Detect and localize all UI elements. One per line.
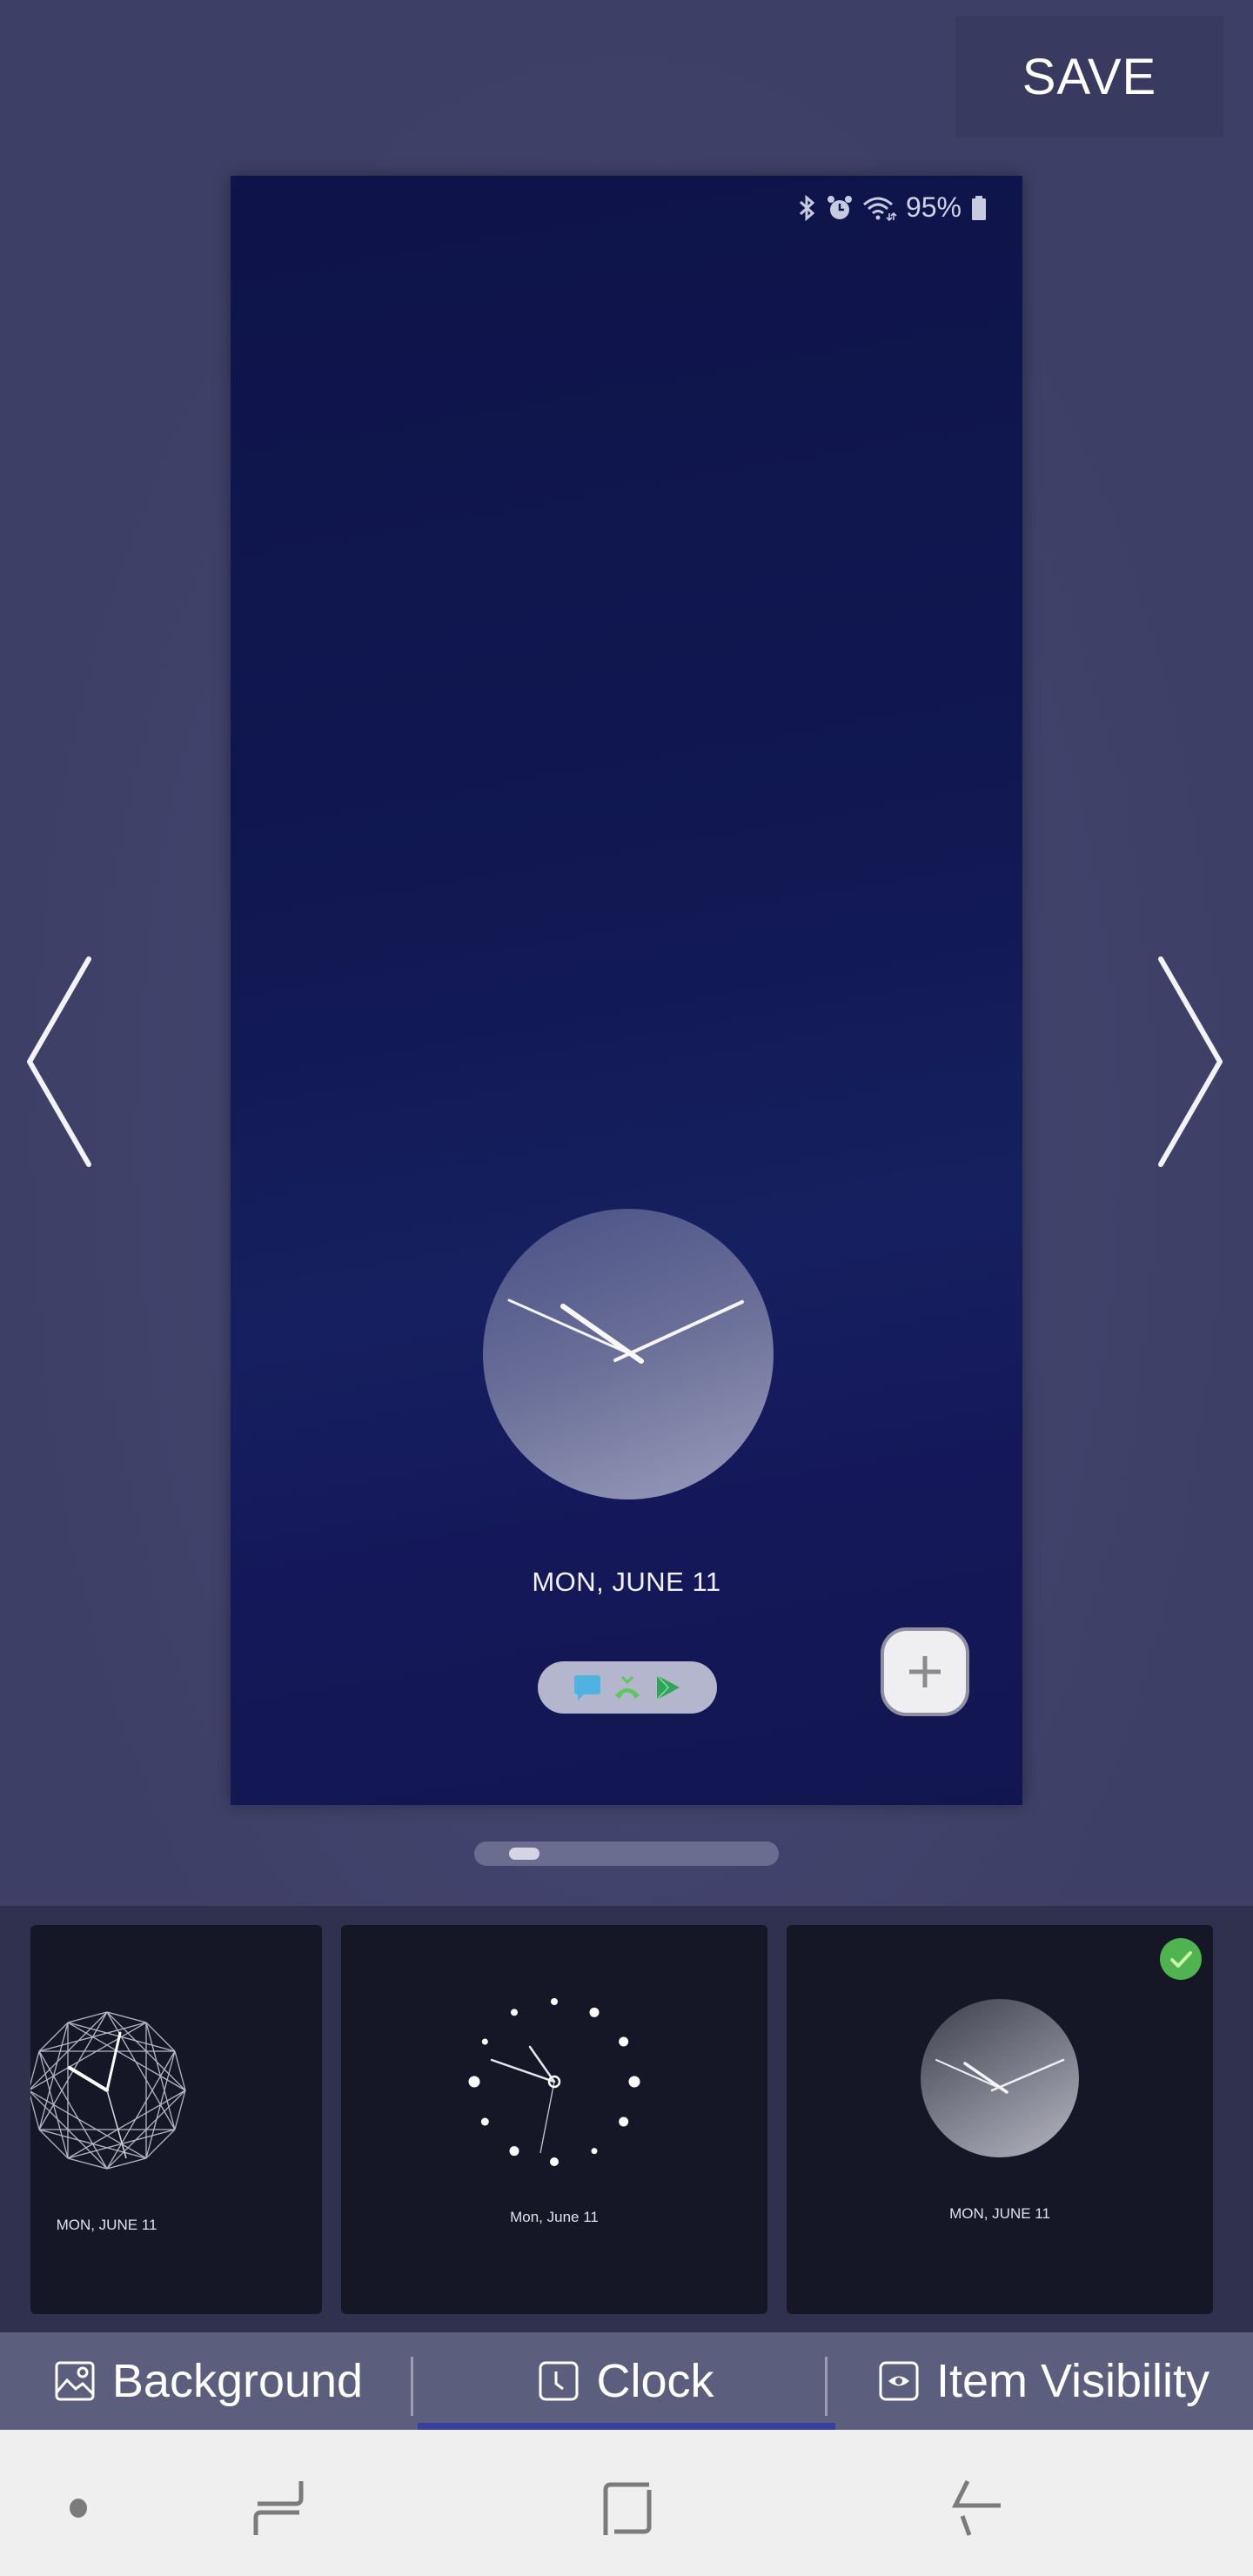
save-button[interactable]: SAVE <box>955 16 1223 138</box>
geometric-clock-edge <box>106 2011 176 2130</box>
hour-marker <box>619 2116 629 2127</box>
clock-hands-icon <box>507 1298 744 1364</box>
hour-marker <box>480 2117 489 2126</box>
checkmark-icon <box>1170 1951 1192 1968</box>
chevron-left-icon <box>27 956 91 1167</box>
lockscreen-preview: 95% MON, JUNE 11 <box>231 176 1022 1805</box>
gradient-clock-icon <box>921 1999 1079 2157</box>
clock-style-gradient-circle[interactable]: MON, JUNE 11 <box>787 1925 1213 2314</box>
add-shortcut-button[interactable] <box>881 1627 969 1716</box>
wifi-icon <box>862 197 897 221</box>
battery-icon <box>972 195 986 220</box>
hour-marker <box>589 2007 600 2017</box>
hour-marker <box>628 2076 640 2088</box>
play-store-icon <box>656 1674 680 1701</box>
geometric-clock-edge <box>30 2090 147 2159</box>
clock-style-date: Mon, June 11 <box>510 2209 599 2225</box>
page-indicator[interactable] <box>474 1841 779 1866</box>
geometric-clock-edge <box>106 2050 176 2170</box>
clock-style-list[interactable]: MON, JUNE 11 Mon, June 11 MON, JUNE 11 <box>0 1906 1253 2332</box>
home-button[interactable] <box>583 2465 670 2552</box>
battery-percent: 95% <box>905 191 962 223</box>
recents-icon <box>253 2481 304 2535</box>
selected-check-badge <box>1160 1938 1202 1980</box>
hour-marker <box>619 2036 629 2047</box>
lockscreen-date: MON, JUNE 11 <box>532 1566 721 1597</box>
home-icon <box>603 2482 652 2535</box>
next-button[interactable] <box>1149 949 1236 1175</box>
status-bar: 95% <box>798 191 988 224</box>
tab-clock[interactable]: Clock <box>418 2332 835 2430</box>
system-nav-bar <box>0 2430 1253 2576</box>
tab-label: Background <box>111 2355 364 2407</box>
messages-icon <box>574 1675 600 1701</box>
hour-marker <box>468 2076 480 2088</box>
nav-dot-button[interactable] <box>35 2465 122 2552</box>
plus-icon <box>909 1656 941 1687</box>
notification-icons <box>538 1661 717 1714</box>
previous-button[interactable] <box>17 949 104 1175</box>
dot-icon <box>70 2499 87 2518</box>
analog-clock <box>483 1209 774 1499</box>
chevron-right-icon <box>1158 956 1223 1167</box>
alarm-icon <box>827 195 852 219</box>
hour-marker <box>511 2009 518 2016</box>
editor-tabs: Background Clock Item Visibility <box>0 2332 1253 2430</box>
hour-marker <box>551 1998 558 2005</box>
tab-background[interactable]: Background <box>0 2332 418 2430</box>
dotted-clock-icon <box>468 1998 640 2166</box>
hour-marker <box>481 2038 488 2045</box>
recents-button[interactable] <box>235 2465 322 2552</box>
clock-icon <box>539 2361 579 2401</box>
geometric-clock-edge <box>67 2090 186 2159</box>
clock-style-date: MON, JUNE 11 <box>949 2205 1050 2222</box>
tab-label: Clock <box>596 2355 714 2407</box>
tab-divider <box>411 2357 413 2416</box>
hour-marker <box>550 2157 559 2166</box>
back-button[interactable] <box>933 2465 1020 2552</box>
page-indicator-thumb[interactable] <box>509 1848 539 1860</box>
missed-call-icon <box>615 1675 640 1699</box>
hour-marker <box>509 2146 519 2157</box>
geometric-clock-icon <box>30 2011 186 2170</box>
hour-marker <box>591 2148 598 2155</box>
clock-style-date: MON, JUNE 11 <box>56 2217 157 2233</box>
tab-label: Item Visibility <box>935 2355 1210 2407</box>
geometric-clock-edge <box>67 2022 186 2091</box>
tab-item-visibility[interactable]: Item Visibility <box>835 2332 1253 2430</box>
clock-style-geometric[interactable]: MON, JUNE 11 <box>30 1925 322 2314</box>
bluetooth-icon <box>799 194 815 221</box>
eye-icon <box>879 2361 919 2401</box>
clock-style-dotted[interactable]: Mon, June 11 <box>341 1925 767 2314</box>
back-icon <box>951 2479 1001 2536</box>
image-icon <box>55 2361 95 2401</box>
tab-divider <box>825 2357 828 2416</box>
